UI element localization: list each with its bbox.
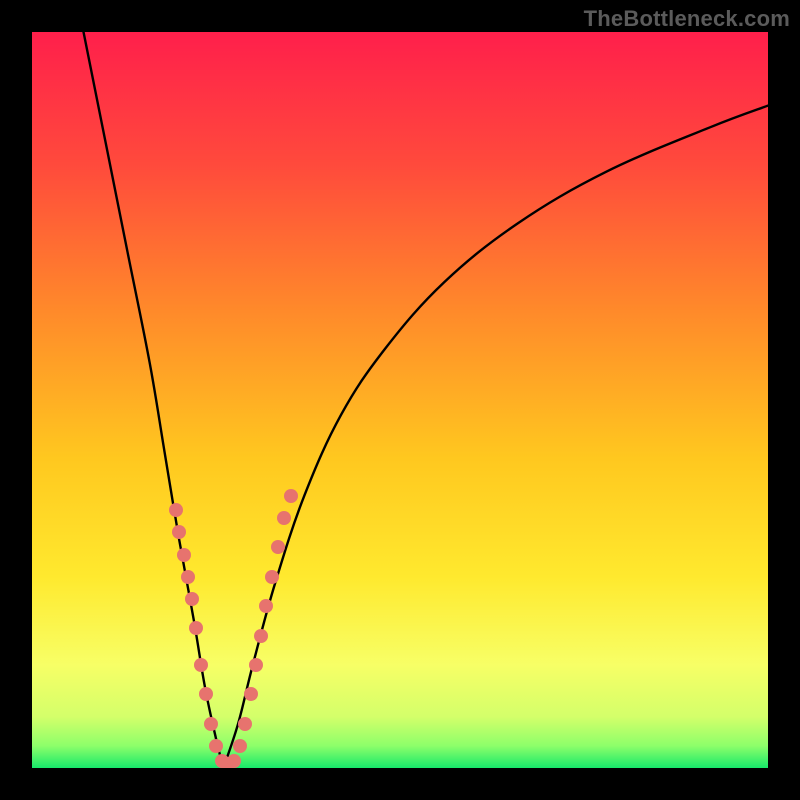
data-point — [284, 489, 298, 503]
data-point — [244, 687, 258, 701]
data-point — [169, 503, 183, 517]
chart-frame: TheBottleneck.com — [0, 0, 800, 800]
watermark-text: TheBottleneck.com — [584, 6, 790, 32]
data-point — [227, 754, 241, 768]
data-point — [199, 687, 213, 701]
curve-layer — [32, 32, 768, 768]
data-point — [233, 739, 247, 753]
data-point — [209, 739, 223, 753]
data-point — [254, 629, 268, 643]
data-point — [181, 570, 195, 584]
data-point — [185, 592, 199, 606]
data-point — [265, 570, 279, 584]
plot-area — [32, 32, 768, 768]
data-point — [204, 717, 218, 731]
data-point — [271, 540, 285, 554]
curve-right-branch — [223, 106, 768, 768]
data-point — [249, 658, 263, 672]
data-point — [177, 548, 191, 562]
